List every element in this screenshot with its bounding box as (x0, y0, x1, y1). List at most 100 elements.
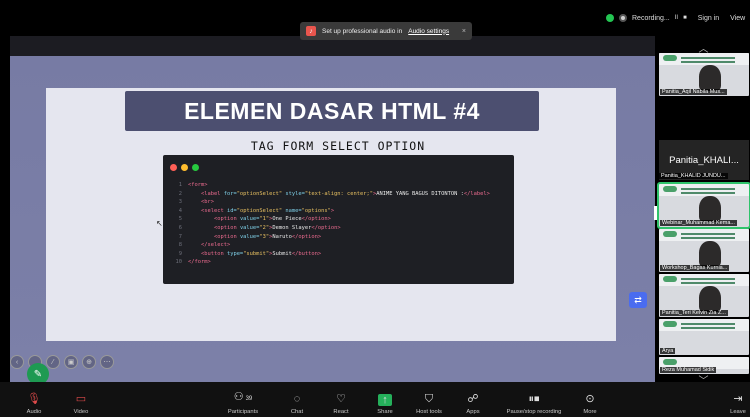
line-number: 5 (178, 216, 182, 223)
code-token: <br> (200, 199, 214, 206)
code-token: value= (239, 224, 260, 231)
annotation-more-icon[interactable]: ⋯ (100, 355, 114, 369)
line-number: 2 (178, 190, 182, 197)
code-token: </form> (188, 259, 211, 266)
code-token: One Piece (272, 216, 302, 223)
record-dot-icon (619, 14, 627, 22)
participant-name: Panitia_Teri Kelvin Zia Z... (660, 310, 728, 316)
code-token: Demon Slayer (272, 224, 312, 231)
video-button[interactable]: ▭ Video (70, 382, 92, 417)
mouse-pointer-icon: ↖ (156, 219, 163, 228)
close-icon[interactable]: × (462, 28, 466, 35)
view-menu[interactable]: View (730, 15, 745, 22)
participant-video (699, 241, 721, 267)
code-token: </option> (301, 216, 331, 223)
code-line: 5 <option value= "1" > One Piece </option> (169, 215, 509, 224)
code-token: </select> (200, 242, 231, 249)
participant-name: Workshop_Bagas Kurnia... (660, 265, 730, 271)
participant-gallery: ︿ Panitia_Aqil Nabila Mus... Panitia_KHA… (657, 36, 750, 387)
line-number: 10 (175, 259, 183, 266)
sign-in-link[interactable]: Sign in (698, 15, 719, 22)
code-token: </label> (463, 190, 490, 197)
code-line: 10 </form> (169, 258, 509, 267)
apps-button[interactable]: ☍ Apps (462, 382, 484, 417)
code-token: Submit (272, 250, 292, 257)
pause-recording-icon[interactable]: II (675, 15, 678, 21)
participants-icon: ⚇ (233, 391, 244, 403)
participant-tile[interactable]: Panitia_Aqil Nabila Mus... (659, 53, 749, 96)
more-icon: ⊙ (585, 393, 595, 405)
minimize-dot-icon (181, 164, 188, 171)
line-number: 6 (178, 224, 182, 231)
share-icon: ↑ (378, 394, 392, 406)
code-token: </option> (291, 233, 322, 240)
annotation-zoom-icon[interactable]: ⊕ (82, 355, 96, 369)
code-token: <option (213, 216, 240, 223)
code-token: > (330, 207, 335, 214)
annotation-back-icon[interactable]: ‹ (10, 355, 24, 369)
code-line: 3 <br> (169, 198, 509, 207)
share-button[interactable]: ↑ Share (374, 382, 396, 417)
code-token: <option (213, 224, 240, 231)
chat-icon: ◌ (293, 393, 301, 405)
code-token: <option (213, 233, 240, 240)
participant-tile[interactable]: Arya (659, 319, 749, 355)
participant-tile[interactable]: Panitia_Teri Kelvin Zia Z... (659, 274, 749, 317)
shield-icon[interactable] (606, 14, 614, 22)
stop-recording-icon[interactable]: ■ (683, 15, 687, 21)
audio-settings-toast[interactable]: ♪ Set up professional audio in Audio set… (300, 22, 472, 40)
code-line: 7 <option value= "3" > Naruto </option> (169, 233, 509, 242)
chat-button[interactable]: ◌ Chat (286, 382, 308, 417)
code-token: ANIME YANG BAGUS DITONTON : (376, 190, 464, 197)
annotation-save-icon[interactable]: ▣ (64, 355, 78, 369)
participant-video (699, 286, 721, 312)
recording-label: Recording... (632, 14, 670, 22)
pause-stop-recording-button[interactable]: ⏸⏹ Pause/stop recording (500, 382, 568, 417)
code-block: 1 <form> 2 <label for= "optionSelect" style… (169, 181, 509, 267)
slide-subtitle: TAG FORM SELECT OPTION (250, 139, 426, 153)
participant-tile-active[interactable]: Webinar_Muhammad Kema... (657, 182, 750, 229)
participants-button[interactable]: ⚇ 39 Participants (222, 382, 264, 417)
code-line: 6 <option value= "2" > Demon Slayer </option… (169, 224, 509, 233)
code-token: for= (223, 190, 237, 197)
code-token: "2" (259, 224, 270, 231)
code-token: "optionSelect" (236, 207, 283, 214)
slide-title: ELEMEN DASAR HTML #4 (125, 91, 539, 131)
audio-settings-link[interactable]: Audio settings (408, 28, 449, 35)
close-dot-icon (170, 164, 177, 171)
line-number: 1 (178, 182, 182, 188)
code-line: 8 </select> (169, 241, 509, 250)
host-tools-button[interactable]: ⛉ Host tools (413, 382, 445, 417)
apps-icon: ☍ (467, 393, 479, 405)
code-token: id= (226, 207, 237, 214)
code-token: type= (226, 250, 244, 257)
share-screen-badge-icon[interactable]: ⇄ (629, 292, 647, 308)
participant-name: Arya (660, 348, 676, 354)
audio-button[interactable]: 🎙 Audio (23, 382, 45, 417)
participant-name: Panitia_Aqil Nabila Mus... (660, 89, 727, 95)
window-dots (170, 164, 199, 171)
code-token: "3" (259, 233, 270, 240)
line-number: 3 (178, 199, 182, 206)
code-line: 4 <select id= "optionSelect" name= "option… (169, 207, 509, 216)
code-line: 2 <label for= "optionSelect" style= "text-… (169, 190, 509, 199)
participant-video (699, 196, 721, 222)
code-token: "text-align: center;" (304, 190, 373, 197)
line-number: 4 (178, 207, 182, 214)
annotation-pen-icon[interactable]: ⁄ (46, 355, 60, 369)
code-token: <label (200, 190, 224, 197)
code-token: <button (200, 250, 227, 257)
code-token: Naruto (272, 233, 292, 240)
participant-tile[interactable]: Workshop_Bagas Kurnia... (659, 229, 749, 272)
more-button[interactable]: ⊙ More (579, 382, 601, 417)
leave-icon: ⇥ (733, 393, 743, 405)
leave-button[interactable]: ⇥ Leave (727, 382, 749, 417)
annotation-toolbar: ‹ ⁄ ▣ ⊕ ⋯ (10, 355, 114, 369)
code-token: value= (239, 216, 260, 223)
react-button[interactable]: ♡ React (330, 382, 352, 417)
